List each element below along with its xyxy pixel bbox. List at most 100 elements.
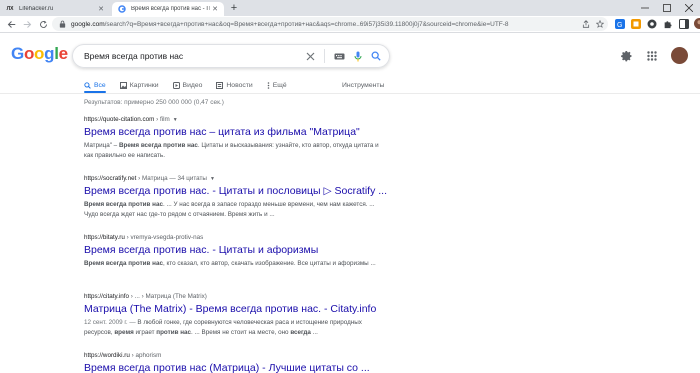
logo-letter: o bbox=[23, 44, 35, 63]
address-url: google.com/search?q=Время+всегда+против+… bbox=[71, 21, 509, 28]
result-snippet: 12 сент. 2009 г. — В любой гонке, где со… bbox=[84, 318, 384, 338]
back-arrow-icon[interactable] bbox=[4, 17, 18, 31]
maximize-icon[interactable] bbox=[656, 0, 678, 16]
divider bbox=[0, 93, 700, 94]
tools-button[interactable]: Инструменты bbox=[342, 78, 384, 92]
close-window-icon[interactable] bbox=[678, 0, 700, 16]
account-avatar[interactable] bbox=[671, 47, 688, 64]
header-actions bbox=[621, 47, 688, 64]
caret-down-icon[interactable]: ▼ bbox=[173, 117, 178, 123]
tab-title: Lifehacker.ru bbox=[19, 6, 54, 12]
voice-search-icon[interactable] bbox=[354, 51, 362, 62]
new-tab-button[interactable]: + bbox=[228, 2, 240, 14]
extension-icons: G bbox=[614, 18, 700, 29]
search-result: https://wordiki.ru › aphorism Время всег… bbox=[84, 352, 384, 373]
close-tab-icon[interactable]: ✕ bbox=[96, 5, 106, 13]
tab-images[interactable]: Картинки bbox=[119, 78, 159, 92]
result-title-link[interactable]: Время всегда против нас. - Цитаты и посл… bbox=[84, 185, 387, 197]
address-bar[interactable]: google.com/search?q=Время+всегда+против+… bbox=[52, 17, 608, 31]
snippet-text: , кто сказал, кто автор, скачать изображ… bbox=[162, 260, 376, 267]
snippet-text: играет bbox=[133, 329, 157, 336]
result-url[interactable]: https://wordiki.ru › aphorism bbox=[84, 352, 384, 359]
google-favicon-icon bbox=[118, 5, 126, 13]
share-icon[interactable] bbox=[582, 20, 590, 28]
search-result: https://socratify.net › Матрица — 34 цит… bbox=[84, 175, 387, 220]
extension-icon[interactable] bbox=[646, 18, 657, 29]
tab-label: Ещё bbox=[272, 81, 287, 89]
browser-tab-lifehacker[interactable]: ЛХ Lifehacker.ru ✕ bbox=[0, 2, 110, 16]
result-site: https://wordiki.ru bbox=[84, 352, 130, 359]
result-path: › ... › Матрица (The Matrix) bbox=[130, 293, 207, 300]
news-icon bbox=[216, 81, 224, 89]
extension-icon[interactable] bbox=[630, 18, 641, 29]
more-icon bbox=[267, 81, 270, 89]
tab-label: Видео bbox=[182, 81, 203, 89]
snippet-text: . ... Время не стоит на месте, оно bbox=[191, 329, 291, 336]
result-title-link[interactable]: Матрица (The Matrix) - Время всегда прот… bbox=[84, 303, 384, 315]
search-icon[interactable] bbox=[371, 51, 381, 61]
result-path: › film bbox=[156, 116, 170, 123]
google-logo[interactable]: Google bbox=[11, 44, 68, 64]
result-url[interactable]: https://bitaty.ru › vremya-vsegda-protiv… bbox=[84, 234, 384, 241]
lifehacker-favicon-icon: ЛХ bbox=[6, 6, 14, 12]
url-host: google.com bbox=[71, 20, 105, 28]
search-result: https://quote-citation.com › film ▼ Время… bbox=[84, 116, 384, 161]
search-icon bbox=[84, 81, 91, 89]
logo-letter: o bbox=[34, 44, 45, 63]
settings-gear-icon[interactable] bbox=[621, 50, 633, 62]
clear-search-icon[interactable] bbox=[306, 52, 315, 61]
search-box[interactable]: Время всегда против нас bbox=[72, 44, 390, 68]
result-snippet: Время всегда против нас. ... У нас всегд… bbox=[84, 200, 384, 220]
tab-more[interactable]: Ещё bbox=[267, 78, 287, 92]
minimize-icon[interactable] bbox=[634, 0, 656, 16]
snippet-highlight: против нас bbox=[156, 329, 192, 336]
result-snippet: Время всегда против нас, кто сказал, кто… bbox=[84, 259, 384, 269]
search-result: https://citaty.info › ... › Матрица (The… bbox=[84, 293, 384, 338]
window-controls bbox=[634, 0, 700, 16]
lock-icon[interactable] bbox=[58, 20, 66, 28]
logo-letter: g bbox=[44, 44, 55, 63]
apps-grid-icon[interactable] bbox=[647, 50, 657, 61]
puzzle-extensions-icon[interactable] bbox=[662, 18, 673, 29]
tab-label: Новости bbox=[226, 81, 253, 89]
side-panel-icon[interactable] bbox=[678, 18, 689, 29]
snippet-highlight: время bbox=[114, 329, 134, 336]
tab-news[interactable]: Новости bbox=[216, 78, 253, 92]
result-title-link[interactable]: Время всегда против нас. - Цитаты и афор… bbox=[84, 244, 384, 256]
image-icon bbox=[119, 81, 127, 89]
tab-all[interactable]: Все bbox=[84, 78, 106, 92]
browser-tab-strip: ЛХ Lifehacker.ru ✕ Время всегда против н… bbox=[0, 0, 700, 16]
result-path: › vremya-vsegda-protiv-nas bbox=[126, 234, 204, 241]
snippet-text: Матрица" – bbox=[84, 142, 119, 149]
caret-down-icon[interactable]: ▼ bbox=[210, 176, 215, 182]
reload-icon[interactable] bbox=[36, 17, 50, 31]
result-title-link[interactable]: Время всегда против нас (Матрица) - Лучш… bbox=[84, 362, 384, 373]
logo-letter: e bbox=[58, 44, 68, 63]
svg-text:G: G bbox=[617, 22, 622, 29]
result-url[interactable]: https://quote-citation.com › film ▼ bbox=[84, 116, 384, 123]
snippet-highlight: Время всегда против нас bbox=[118, 142, 198, 149]
divider bbox=[324, 49, 325, 63]
result-path: › aphorism bbox=[131, 352, 162, 359]
result-snippet: Матрица" – Время всегда против нас. Цита… bbox=[84, 141, 384, 161]
search-input[interactable]: Время всегда против нас bbox=[84, 51, 306, 61]
forward-arrow-icon[interactable] bbox=[20, 17, 34, 31]
tab-label: Все bbox=[94, 81, 106, 89]
result-url[interactable]: https://socratify.net › Матрица — 34 цит… bbox=[84, 175, 384, 182]
result-url[interactable]: https://citaty.info › ... › Матрица (The… bbox=[84, 293, 384, 300]
close-tab-icon[interactable]: ✕ bbox=[210, 5, 220, 13]
result-stats: Результатов: примерно 250 000 000 (0,47 … bbox=[84, 99, 224, 106]
browser-tab-google[interactable]: Время всегда против нас - Пои ✕ bbox=[112, 2, 224, 16]
snippet-text: ... bbox=[310, 329, 318, 336]
tab-video[interactable]: Видео bbox=[172, 78, 203, 92]
result-site: https://quote-citation.com bbox=[84, 116, 155, 123]
result-title-link[interactable]: Время всегда против нас – цитата из филь… bbox=[84, 126, 384, 138]
translate-extension-icon[interactable]: G bbox=[614, 18, 625, 29]
profile-avatar-icon[interactable] bbox=[694, 18, 700, 29]
snippet-highlight: Время всегда против нас bbox=[84, 260, 163, 267]
bookmark-star-icon[interactable] bbox=[596, 20, 604, 28]
url-path: /search?q=Время+всегда+против+нас&oq=Вре… bbox=[104, 20, 509, 28]
keyboard-icon[interactable] bbox=[334, 53, 345, 60]
search-result: https://bitaty.ru › vremya-vsegda-protiv… bbox=[84, 234, 384, 269]
browser-toolbar: google.com/search?q=Время+всегда+против+… bbox=[0, 16, 700, 33]
